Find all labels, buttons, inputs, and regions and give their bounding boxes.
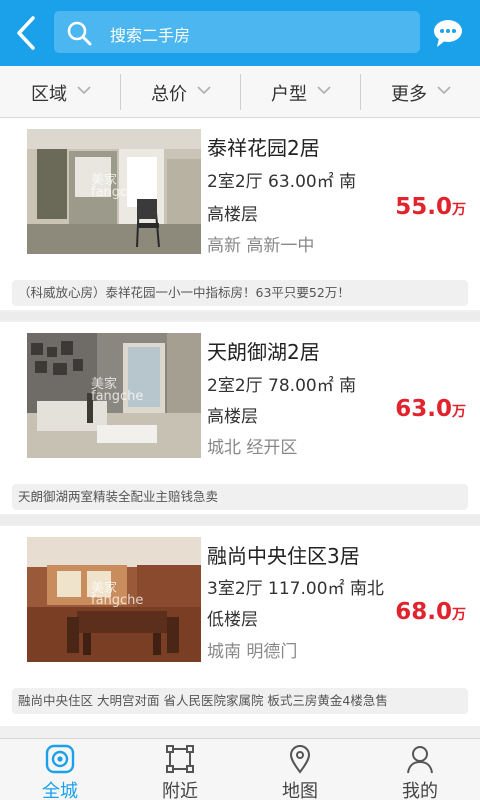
- photo-watermark: 美家 fangche: [91, 173, 144, 200]
- chevron-left-icon: [17, 16, 35, 50]
- search-icon: [67, 21, 92, 46]
- listing-price: 68.0万: [395, 599, 466, 625]
- listing-photo: 美家 fangche: [27, 333, 201, 458]
- listing-spec: 2室2厅 63.00㎡ 南: [207, 172, 357, 192]
- user-icon: [407, 746, 433, 774]
- filter-bar: 区域 总价 户型 更多: [0, 66, 480, 118]
- listing-area: 城南 明德门: [207, 642, 298, 662]
- listing-photo: 美家 fangche: [27, 129, 201, 254]
- tab-city[interactable]: 全城: [0, 739, 120, 800]
- listing-card[interactable]: 美家 fangche 融尚中央住区3居 3室2厅 117.00㎡ 南北 低楼层 …: [0, 526, 480, 726]
- listing-card[interactable]: 美家 fangche 泰祥花园2居 2室2厅 63.00㎡ 南 高楼层 55.0…: [0, 118, 480, 310]
- tab-city-label: 全城: [42, 781, 78, 800]
- search-placeholder: 搜索二手房: [110, 26, 191, 45]
- listing-title: 天朗御湖2居: [207, 340, 320, 364]
- listing-floor: 低楼层: [207, 610, 258, 630]
- map-pin-icon: [289, 745, 311, 774]
- filter-layout[interactable]: 户型: [240, 66, 360, 118]
- listing-spec: 2室2厅 78.00㎡ 南: [207, 376, 357, 396]
- listing-price: 55.0万: [395, 194, 466, 220]
- listing-price: 63.0万: [395, 396, 466, 422]
- listing-title: 融尚中央住区3居: [207, 544, 360, 568]
- listing-area: 城北 经开区: [207, 438, 298, 458]
- listing-area: 高新 高新一中: [207, 236, 315, 256]
- tab-mine-label: 我的: [402, 781, 438, 800]
- chevron-down-icon: [197, 86, 211, 95]
- nearby-frame-icon: [166, 745, 194, 773]
- listing-description: 天朗御湖两室精装全配业主赔钱急卖: [12, 484, 468, 510]
- tab-map[interactable]: 地图: [240, 739, 360, 800]
- chevron-down-icon: [77, 86, 91, 95]
- price-unit: 万: [452, 202, 466, 218]
- top-bar: 搜索二手房: [0, 0, 480, 66]
- price-unit: 万: [452, 404, 466, 420]
- listing-description: （科威放心房）泰祥花园一小一中指标房！63平只要52万！: [12, 280, 468, 306]
- price-value: 55.0: [395, 194, 452, 220]
- back-button[interactable]: [6, 10, 46, 56]
- price-value: 68.0: [395, 599, 452, 625]
- listing-floor: 高楼层: [207, 205, 258, 225]
- filter-region-label: 区域: [31, 84, 67, 105]
- listing-photo: 美家 fangche: [27, 537, 201, 662]
- listing-spec: 3室2厅 117.00㎡ 南北: [207, 579, 384, 599]
- card-separator: [0, 312, 480, 320]
- filter-price[interactable]: 总价: [120, 66, 240, 118]
- chevron-down-icon: [437, 86, 451, 95]
- filter-layout-label: 户型: [271, 84, 307, 105]
- listing-description: 融尚中央住区 大明宫对面 省人民医院家属院 板式三房黄金4楼急售: [12, 688, 468, 714]
- chevron-down-icon: [317, 86, 331, 95]
- chat-bubble-icon[interactable]: [432, 18, 464, 48]
- photo-watermark: 美家 fangche: [91, 377, 144, 404]
- search-input[interactable]: 搜索二手房: [54, 11, 420, 53]
- target-icon: [45, 744, 75, 774]
- price-unit: 万: [452, 607, 466, 623]
- price-value: 63.0: [395, 396, 452, 422]
- listing-floor: 高楼层: [207, 407, 258, 427]
- tab-mine[interactable]: 我的: [360, 739, 480, 800]
- bottom-tab-bar: 全城 附近 地图 我的: [0, 738, 480, 800]
- tab-nearby[interactable]: 附近: [120, 739, 240, 800]
- photo-watermark: 美家 fangche: [91, 581, 144, 608]
- card-separator: [0, 516, 480, 524]
- filter-region[interactable]: 区域: [0, 66, 120, 118]
- tab-map-label: 地图: [282, 781, 318, 800]
- filter-price-label: 总价: [151, 84, 187, 105]
- tab-nearby-label: 附近: [162, 781, 198, 800]
- listing-title: 泰祥花园2居: [207, 136, 320, 160]
- listing-card[interactable]: 美家 fangche 天朗御湖2居 2室2厅 78.00㎡ 南 高楼层 63.0…: [0, 322, 480, 514]
- filter-more-label: 更多: [391, 84, 427, 105]
- filter-more[interactable]: 更多: [360, 66, 480, 118]
